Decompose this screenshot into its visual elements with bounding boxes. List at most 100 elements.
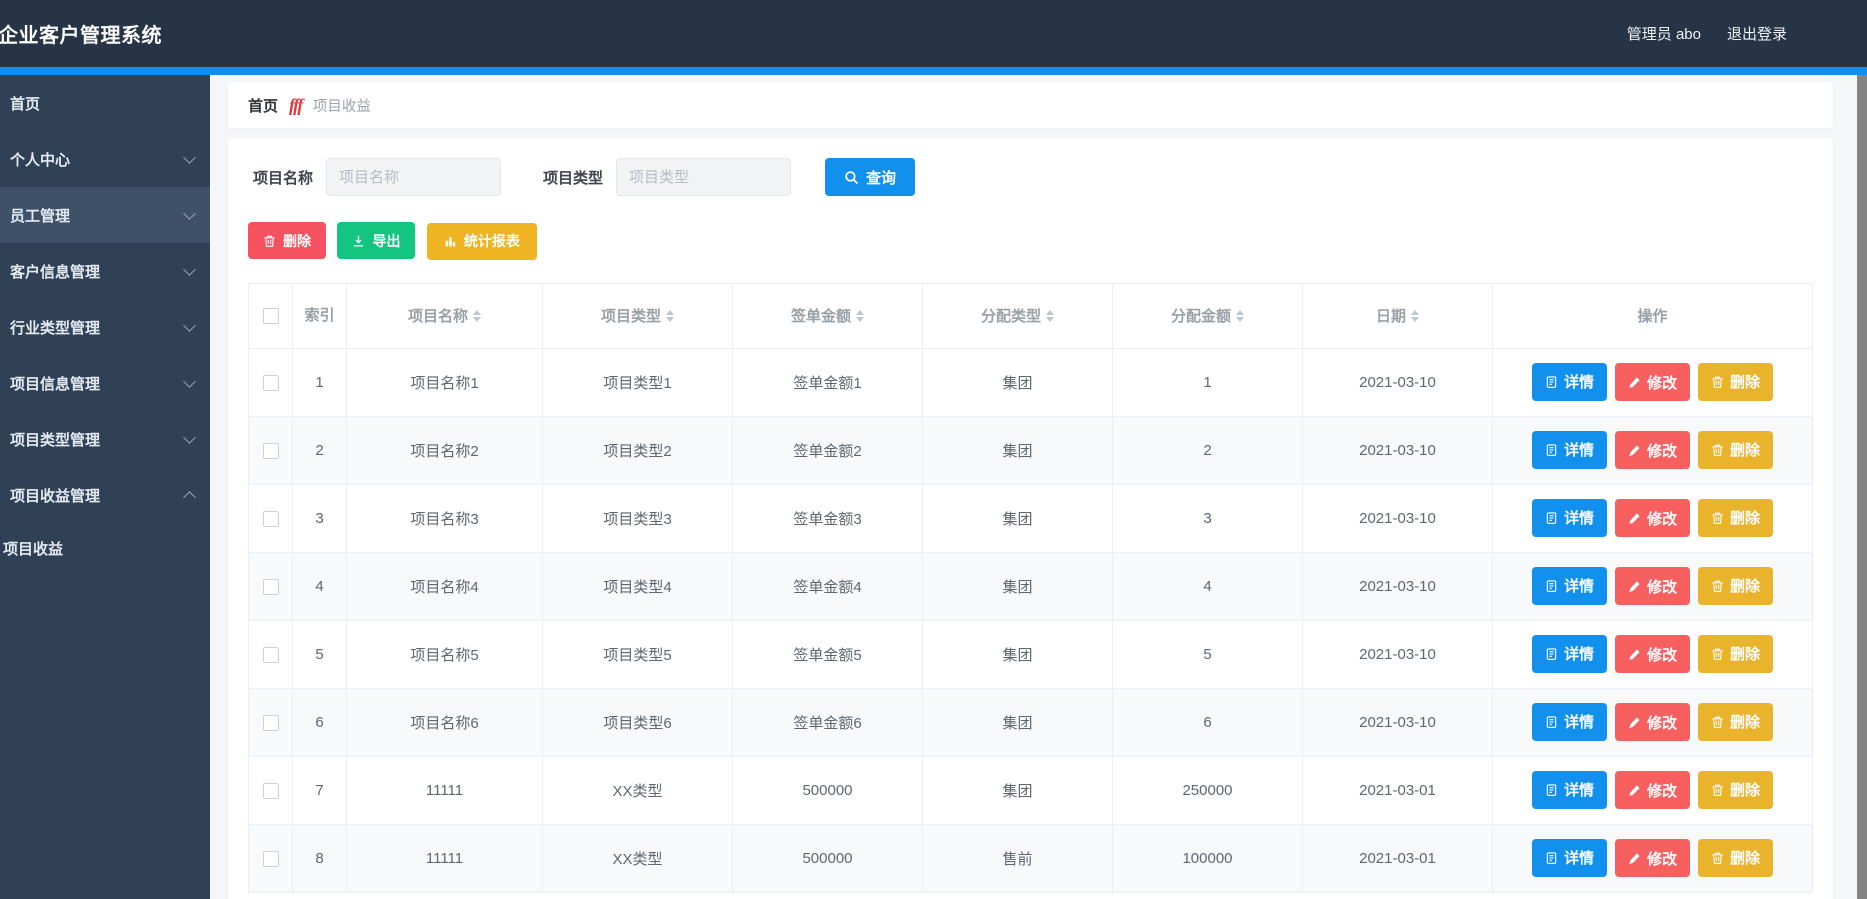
sort-carets-icon[interactable]: [666, 309, 674, 322]
edit-button[interactable]: 修改: [1614, 499, 1690, 538]
chevron-up-icon: [183, 490, 196, 504]
detail-button[interactable]: 详情: [1531, 838, 1607, 877]
cell-type: 项目类型1: [542, 347, 733, 417]
cell-sign: 签单金额5: [732, 619, 923, 689]
cell-name: 项目名称5: [346, 619, 543, 689]
breadcrumb: 首页 fff 项目收益: [228, 82, 1833, 128]
cell-alloc_type: 售前: [922, 823, 1113, 893]
scrollbar-thumb[interactable]: [1857, 75, 1867, 899]
project-type-label: 项目类型: [543, 169, 604, 187]
row-checkbox[interactable]: [262, 442, 279, 459]
edit-button[interactable]: 修改: [1614, 839, 1690, 878]
trash-icon: [1711, 579, 1724, 593]
sidebar-subitem-项目收益[interactable]: 项目收益: [0, 523, 210, 573]
document-icon: [1545, 511, 1558, 525]
column-header-alloc[interactable]: 分配金额: [1112, 282, 1303, 349]
edit-button[interactable]: 修改: [1614, 567, 1690, 606]
sidebar-item-客户信息管理[interactable]: 客户信息管理: [0, 243, 210, 299]
column-header-alloc_type[interactable]: 分配类型: [922, 282, 1113, 349]
row-delete-button[interactable]: 删除: [1698, 566, 1774, 605]
edit-button[interactable]: 修改: [1614, 703, 1690, 742]
detail-button[interactable]: 详情: [1531, 702, 1607, 741]
pen-icon: [1628, 852, 1641, 865]
row-delete-button[interactable]: 删除: [1698, 498, 1774, 537]
cell-alloc: 6: [1112, 687, 1303, 757]
detail-button[interactable]: 详情: [1531, 498, 1607, 537]
row-delete-button[interactable]: 删除: [1698, 838, 1774, 877]
document-icon: [1545, 375, 1558, 389]
sidebar-item-label: 个人中心: [10, 151, 71, 169]
row-checkbox[interactable]: [262, 578, 279, 595]
export-button[interactable]: 导出: [337, 222, 416, 259]
delete-button[interactable]: 删除: [248, 222, 326, 259]
detail-button[interactable]: 详情: [1531, 770, 1607, 809]
cell-alloc: 1: [1112, 347, 1303, 417]
sidebar-item-项目信息管理[interactable]: 项目信息管理: [0, 355, 210, 411]
chevron-down-icon: [183, 263, 196, 276]
current-user[interactable]: 管理员 abo: [1627, 23, 1701, 44]
row-checkbox[interactable]: [262, 646, 279, 663]
detail-button[interactable]: 详情: [1531, 430, 1607, 469]
document-icon: [1545, 851, 1558, 865]
detail-button[interactable]: 详情: [1531, 566, 1607, 605]
trash-icon: [1711, 375, 1724, 389]
trash-icon: [1711, 783, 1724, 797]
column-header-date[interactable]: 日期: [1302, 282, 1493, 349]
row-checkbox[interactable]: [262, 714, 279, 731]
delete-button-label: 删除: [283, 232, 311, 249]
sidebar-item-项目收益管理[interactable]: 项目收益管理: [0, 467, 210, 523]
cell-alloc: 3: [1112, 483, 1303, 553]
column-label: 日期: [1375, 308, 1406, 325]
pen-icon: [1628, 512, 1641, 525]
row-checkbox[interactable]: [262, 782, 279, 799]
document-icon: [1545, 579, 1558, 593]
row-delete-button[interactable]: 删除: [1698, 770, 1774, 809]
edit-button[interactable]: 修改: [1614, 363, 1690, 402]
column-header-name[interactable]: 项目名称: [346, 282, 543, 349]
cell-alloc: 250000: [1112, 755, 1303, 825]
column-header-index: 索引: [292, 282, 347, 349]
toolbar: 删除 导出 统计报表: [248, 222, 1813, 260]
sidebar-item-项目类型管理[interactable]: 项目类型管理: [0, 411, 210, 467]
cell-type: 项目类型6: [542, 687, 733, 757]
row-checkbox[interactable]: [262, 850, 279, 867]
row-delete-button[interactable]: 删除: [1698, 430, 1774, 469]
edit-button[interactable]: 修改: [1614, 635, 1690, 674]
sort-carets-icon[interactable]: [473, 309, 481, 322]
row-delete-button[interactable]: 删除: [1698, 362, 1774, 401]
column-header-sign[interactable]: 签单金额: [732, 282, 923, 349]
sidebar-item-label: 项目收益: [3, 540, 64, 558]
search-button[interactable]: 查询: [825, 158, 916, 196]
breadcrumb-home[interactable]: 首页: [248, 95, 278, 116]
detail-button[interactable]: 详情: [1531, 634, 1607, 673]
cell-alloc_type: 集团: [922, 687, 1113, 757]
row-delete-button[interactable]: 删除: [1698, 634, 1774, 673]
cell-actions: 详情 修改 删除: [1492, 483, 1813, 553]
sort-carets-icon[interactable]: [1411, 309, 1419, 322]
sidebar-item-个人中心[interactable]: 个人中心: [0, 131, 210, 187]
sort-carets-icon[interactable]: [1046, 309, 1054, 322]
project-name-input[interactable]: [326, 158, 502, 196]
vertical-scrollbar[interactable]: [1857, 75, 1867, 899]
project-type-input[interactable]: [616, 158, 792, 196]
sidebar-item-首页[interactable]: 首页: [0, 75, 210, 131]
sidebar-item-员工管理[interactable]: 员工管理: [0, 187, 210, 243]
row-delete-button[interactable]: 删除: [1698, 702, 1774, 741]
row-checkbox[interactable]: [262, 510, 279, 527]
sort-carets-icon[interactable]: [856, 309, 864, 322]
row-checkbox[interactable]: [262, 374, 279, 391]
column-header-type[interactable]: 项目类型: [542, 282, 733, 349]
detail-button[interactable]: 详情: [1531, 362, 1607, 401]
edit-button[interactable]: 修改: [1614, 771, 1690, 810]
cell-type: 项目类型2: [542, 415, 733, 485]
sort-carets-icon[interactable]: [1236, 309, 1244, 322]
select-all-checkbox[interactable]: [262, 308, 279, 325]
table-row: 2 项目名称2 项目类型2 签单金额2 集团 2 2021-03-10 详情 修改 删除: [248, 415, 1813, 485]
report-button[interactable]: 统计报表: [426, 222, 537, 260]
sidebar-item-行业类型管理[interactable]: 行业类型管理: [0, 299, 210, 355]
logout-link[interactable]: 退出登录: [1727, 23, 1787, 44]
edit-button[interactable]: 修改: [1614, 431, 1690, 470]
table-row: 8 11111 XX类型 500000 售前 100000 2021-03-01 详情 修改 删除: [248, 823, 1813, 893]
table-row: 4 项目名称4 项目类型4 签单金额4 集团 4 2021-03-10 详情 修改 删除: [248, 551, 1813, 621]
breadcrumb-separator-icon: fff: [289, 94, 303, 115]
